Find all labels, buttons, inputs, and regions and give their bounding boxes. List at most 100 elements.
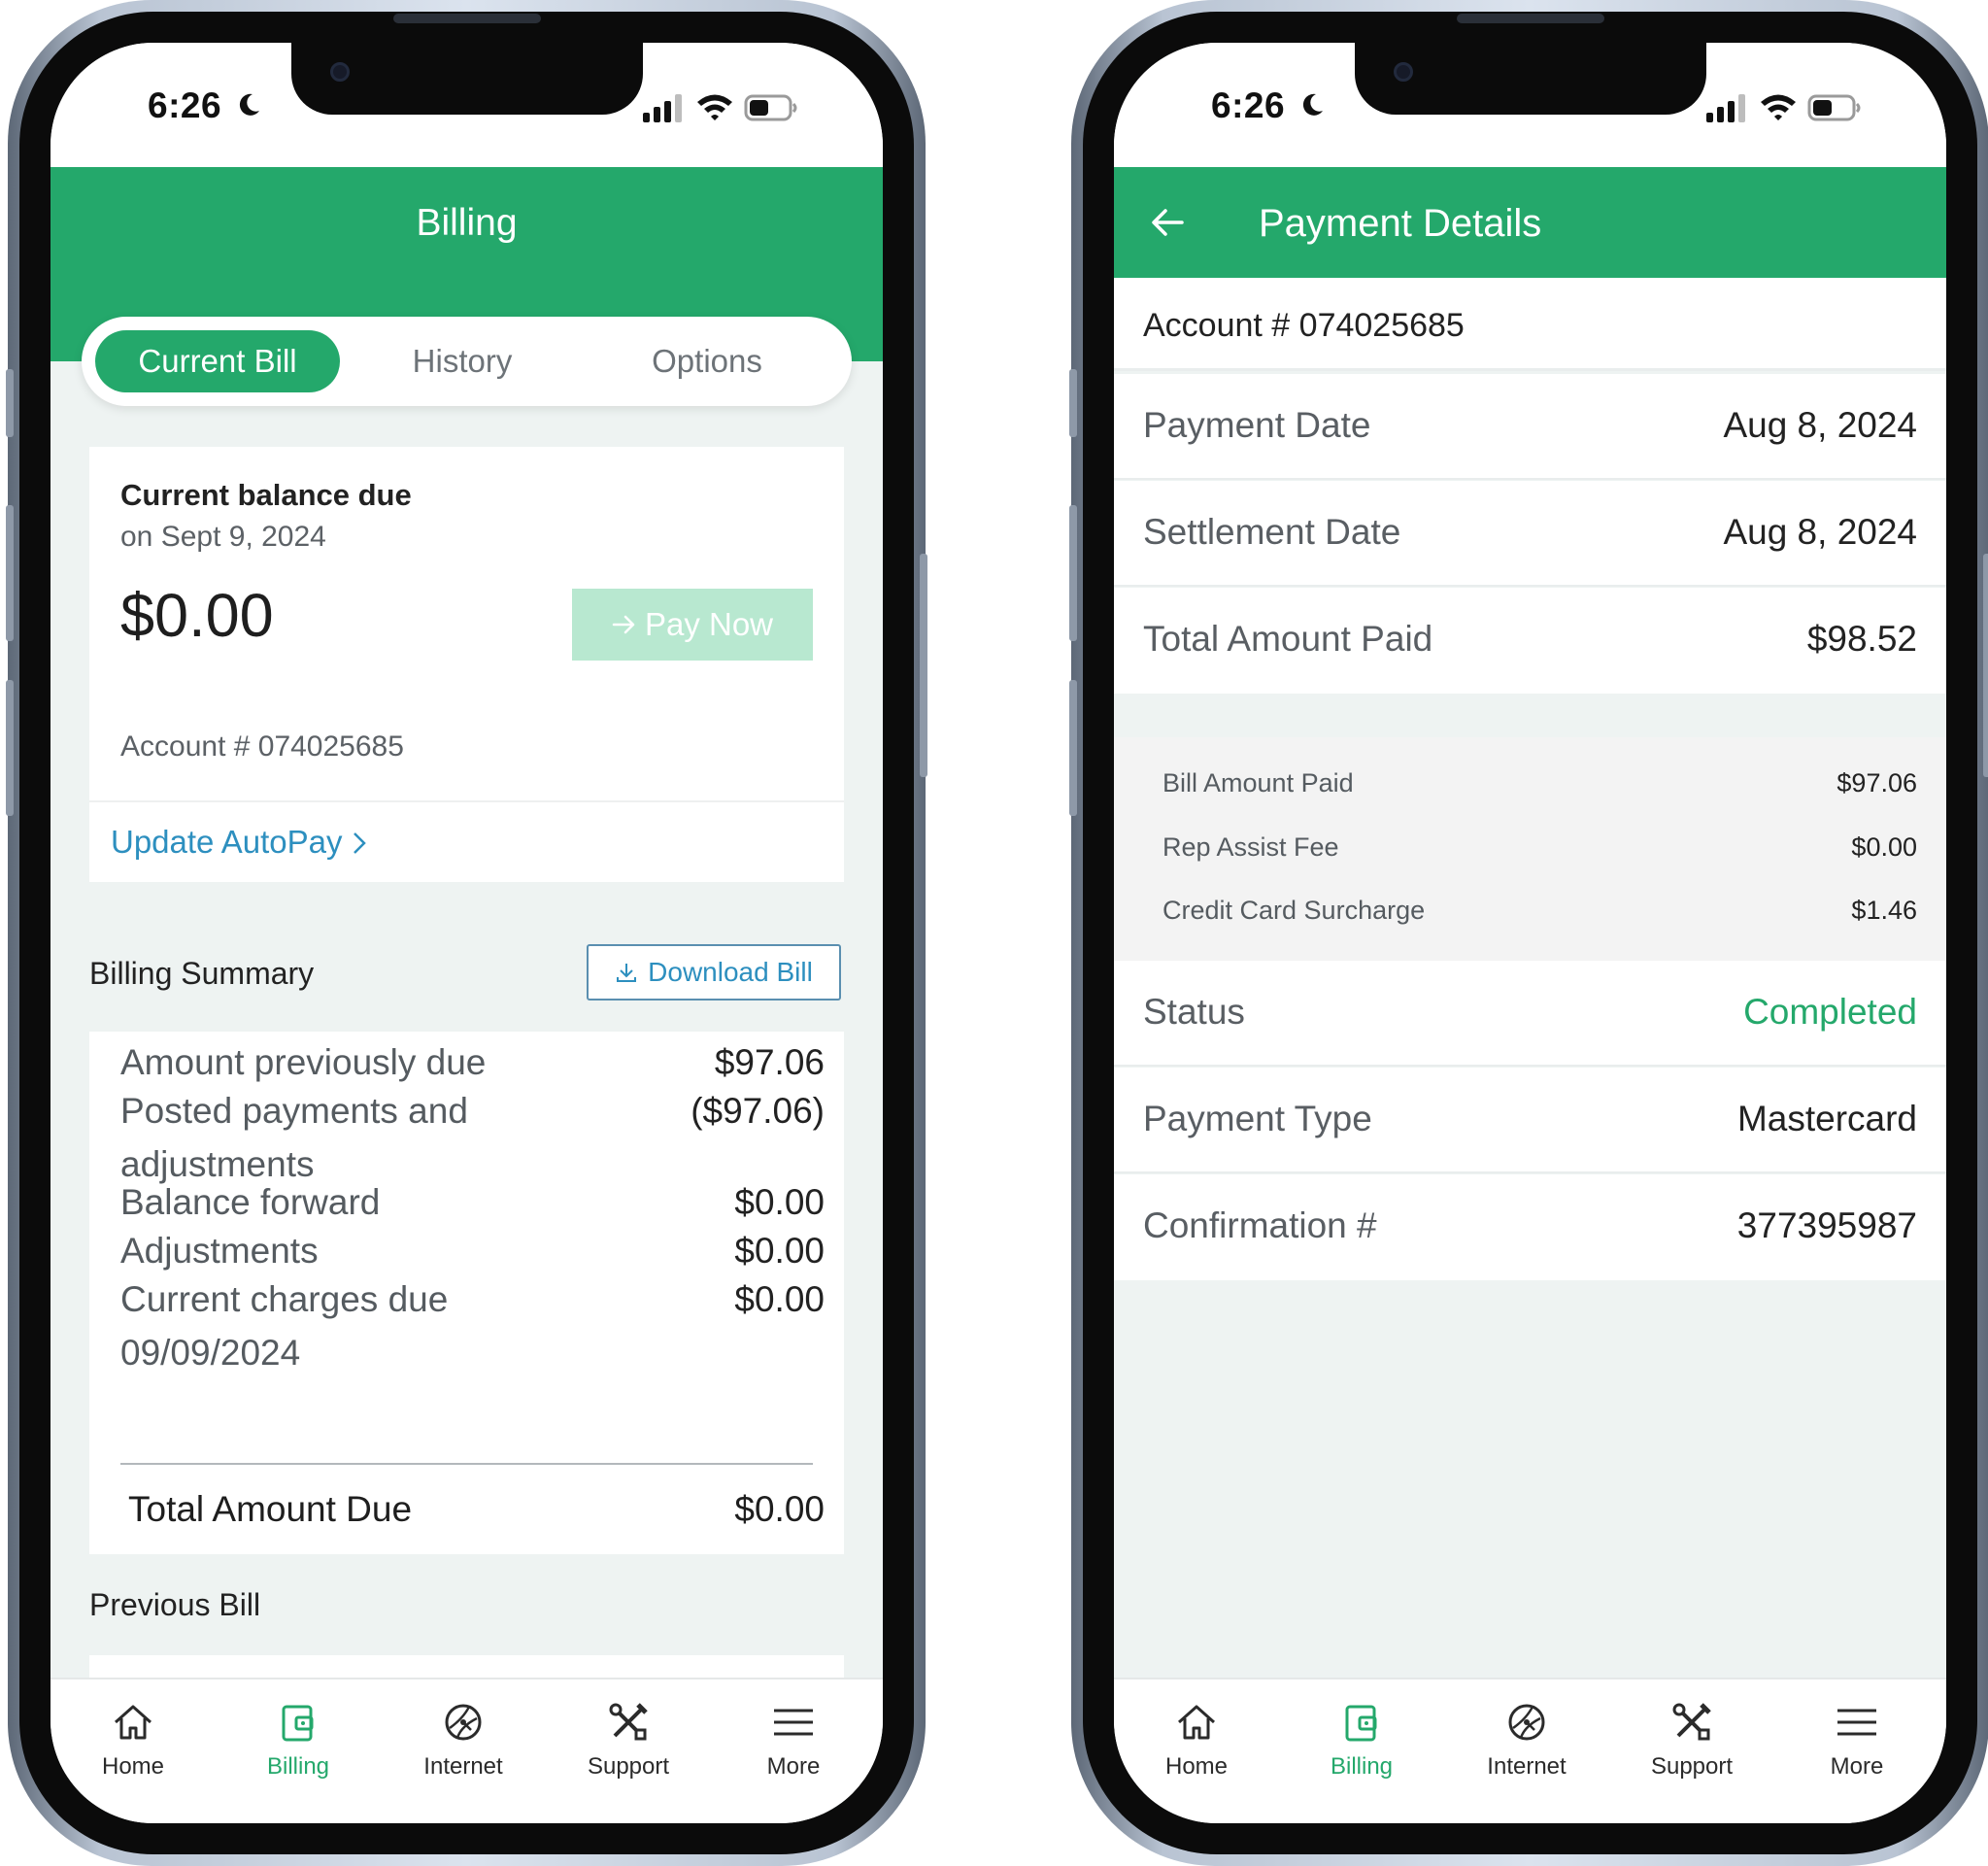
breakdown-value: $0.00 [1851,832,1917,862]
status-row: Status Completed [1114,961,1946,1067]
previous-bill-heading: Previous Bill [89,1587,261,1622]
breakdown-label: Rep Assist Fee [1162,832,1339,862]
payment-breakdown: Bill Amount Paid $97.06 Rep Assist Fee $… [1114,737,1946,961]
nav-label: Support [587,1753,670,1780]
detail-value: Mastercard [1736,1099,1917,1138]
home-icon [115,1705,152,1740]
nav-billing[interactable]: Billing [216,1699,381,1781]
speaker-grille [392,14,541,23]
wallet-icon [1345,1705,1377,1742]
tab-history[interactable]: History [340,330,585,392]
nav-more[interactable]: More [1774,1699,1939,1781]
status-time: 6:26 [148,85,222,125]
tab-options[interactable]: Options [585,330,829,392]
home-icon [1178,1705,1215,1740]
account-number: Account # 074025685 [1143,307,1465,344]
download-icon [617,964,637,982]
summary-value: ($97.06) [691,1091,825,1131]
page-title: Payment Details [1259,202,1542,245]
balance-title: Current balance due [120,478,412,512]
nav-label: Home [101,1753,165,1780]
summary-value: $0.00 [734,1231,825,1271]
update-autopay-label: Update AutoPay [111,824,343,860]
summary-value: $0.00 [734,1182,825,1222]
breakdown-value: $97.06 [1836,768,1917,797]
detail-row: Settlement Date Aug 8, 2024 [1114,481,1946,587]
breakdown-row: Bill Amount Paid $97.06 [1162,768,1917,798]
phone-right: 6:26 Payment Details Account # 074025685… [1069,0,1988,1866]
detail-row: Payment Type Mastercard [1114,1068,1946,1173]
phone-left: 6:26 Billing Current Bill History Option… [6,0,927,1866]
status-time: 6:26 [1211,85,1286,125]
breakdown-label: Bill Amount Paid [1162,768,1354,797]
detail-label: Payment Date [1143,405,1371,445]
wifi-icon [1761,94,1796,120]
detail-label: Status [1143,992,1245,1032]
cellular-signal-icon [643,94,682,122]
summary-label: Amount previously due [120,1042,487,1082]
status-value: Completed [1743,992,1917,1032]
billing-screen: 6:26 Billing Current Bill History Option… [51,43,883,1823]
wallet-icon [282,1705,314,1742]
nav-billing[interactable]: Billing [1279,1699,1444,1781]
cellular-signal-icon [1706,94,1745,122]
nav-support[interactable]: Support [1609,1699,1774,1781]
nav-internet[interactable]: Internet [1444,1699,1609,1781]
summary-label: Balance forward [120,1182,381,1222]
divider [89,800,844,802]
front-camera [1393,62,1413,82]
breakdown-row: Credit Card Surcharge $1.46 [1162,896,1917,926]
moon-icon [239,93,259,116]
detail-row: Confirmation # 377395987 [1114,1174,1946,1280]
notch [290,43,643,115]
download-bill-label: Download Bill [648,957,813,987]
account-row: Account # 074025685 [1114,278,1946,371]
nav-label: More [766,1753,821,1780]
total-label: Total Amount Due [128,1489,413,1529]
nav-internet[interactable]: Internet [381,1699,546,1781]
detail-value: $98.52 [1806,619,1917,659]
speaker-grille [1456,14,1604,23]
pay-now-label: Pay Now [644,606,774,642]
volume-down-button [1069,680,1077,816]
bottom-nav: Home Billing Internet Support More [1114,1678,1946,1823]
volume-up-button [6,505,14,641]
payment-details-screen: 6:26 Payment Details Account # 074025685… [1114,43,1946,1823]
detail-row: Payment Date Aug 8, 2024 [1114,374,1946,480]
tab-current-bill[interactable]: Current Bill [95,330,340,392]
nav-label: Home [1164,1753,1229,1780]
balance-amount: $0.00 [120,582,274,650]
menu-icon [774,1709,813,1736]
volume-up-button [1069,505,1077,641]
download-bill-button[interactable]: Download Bill [587,944,841,1001]
wifi-icon [697,94,732,120]
update-autopay-link[interactable]: Update AutoPay [111,824,367,861]
billing-summary-card: Amount previously due $97.06 Posted paym… [89,1032,844,1554]
pay-now-button[interactable]: Pay Now [572,589,813,661]
detail-label: Payment Type [1143,1099,1372,1138]
globe-icon [445,1704,482,1741]
power-button [920,554,927,777]
back-arrow-icon[interactable] [1149,204,1186,241]
battery-icon [744,94,797,121]
detail-label: Total Amount Paid [1143,619,1433,659]
page-title: Billing [416,202,518,244]
moon-icon [1302,93,1323,116]
notch [1354,43,1706,115]
account-number: Account # 074025685 [120,730,404,763]
summary-value: $0.00 [734,1279,825,1319]
menu-icon [1837,1709,1876,1736]
nav-more[interactable]: More [711,1699,876,1781]
billing-tabs: Current Bill History Options [82,317,852,406]
summary-label: Current charges due 09/09/2024 [120,1279,449,1373]
chevron-right-icon [353,832,366,854]
nav-support[interactable]: Support [546,1699,711,1781]
nav-home[interactable]: Home [51,1699,216,1781]
battery-icon [1807,94,1861,121]
nav-label: More [1830,1753,1884,1780]
balance-card: Current balance due on Sept 9, 2024 $0.0… [89,447,844,882]
nav-home[interactable]: Home [1114,1699,1279,1781]
tools-icon [609,1703,648,1741]
volume-down-button [6,680,14,816]
tools-icon [1672,1703,1711,1741]
